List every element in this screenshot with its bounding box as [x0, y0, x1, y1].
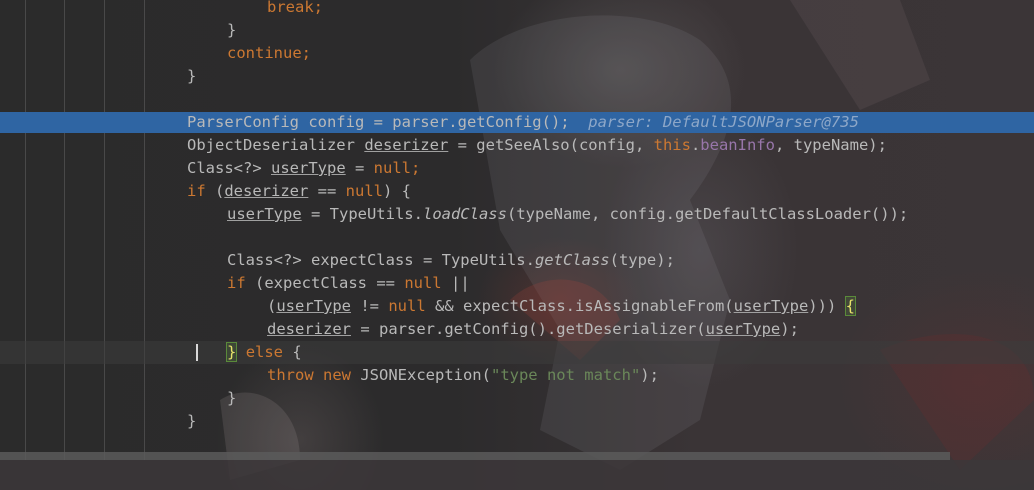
code-token: ); — [780, 320, 799, 338]
code-line-text: } — [187, 410, 196, 433]
code-token: . — [690, 136, 701, 154]
code-line-text: throw new JSONException("type not match"… — [267, 364, 659, 387]
code-token: ObjectDeserializer — [187, 136, 365, 154]
code-token: && expectClass.isAssignableFrom( — [435, 297, 734, 315]
code-token: = getSeeAlso(config, — [448, 136, 654, 154]
code-line[interactable]: ObjectDeserializer deserizer = getSeeAls… — [0, 134, 1034, 157]
code-token: } — [227, 389, 237, 407]
code-line-text: break; — [267, 0, 323, 19]
code-token: ); — [640, 366, 659, 384]
code-line-text: } — [187, 65, 196, 88]
code-token: continue; — [227, 44, 311, 62]
editor-bottom-area — [0, 460, 1034, 490]
code-token: beanInfo — [700, 136, 775, 154]
code-token: deserizer — [267, 320, 351, 338]
code-token: deserizer — [224, 182, 309, 200]
code-line-text: ObjectDeserializer deserizer = getSeeAls… — [187, 134, 887, 157]
code-token: } — [227, 21, 237, 39]
code-line-text: if (deserizer == null) { — [187, 180, 411, 203]
code-line-text: } else { — [225, 341, 302, 364]
code-token: ( — [267, 297, 277, 315]
code-token: this — [653, 136, 691, 154]
code-line[interactable]: } — [0, 65, 1034, 88]
code-token: = — [345, 159, 374, 177]
code-line-text: } — [227, 387, 236, 410]
code-token: loadClass — [422, 205, 507, 223]
code-line[interactable]: deserizer = parser.getConfig().getDeseri… — [0, 318, 1034, 341]
code-token: if — [227, 274, 255, 292]
code-line-text: } — [227, 19, 236, 42]
code-token: userType — [733, 297, 809, 315]
code-token: } — [187, 412, 197, 430]
code-line[interactable]: break; — [0, 0, 1034, 19]
code-token: (expectClass == — [255, 274, 405, 292]
code-line[interactable]: if (expectClass == null || — [0, 272, 1034, 295]
code-token: ( — [215, 182, 225, 200]
code-token: deserizer — [364, 136, 449, 154]
code-line[interactable]: } — [0, 387, 1034, 410]
code-token: ParserConfig config = parser.getConfig()… — [187, 113, 570, 131]
code-token: userType — [271, 159, 346, 177]
code-token: getClass — [534, 251, 610, 269]
code-line-text: deserizer = parser.getConfig().getDeseri… — [267, 318, 799, 341]
code-token: userType — [276, 297, 351, 315]
code-token: if — [187, 182, 215, 200]
code-token: == — [308, 182, 346, 200]
code-token: Class<?> expectClass = TypeUtils. — [227, 251, 535, 269]
code-token: != — [351, 297, 389, 315]
code-token: { — [292, 343, 302, 361]
code-token: || — [450, 274, 470, 292]
inline-debug-value: parser: DefaultJSONParser@735 — [569, 113, 859, 131]
code-token: "type not match" — [490, 366, 641, 384]
code-token: userType — [227, 205, 302, 223]
code-line-text: (userType != null && expectClass.isAssig… — [267, 295, 856, 318]
code-token: } — [225, 342, 238, 362]
code-token: throw new — [267, 366, 361, 384]
code-token: JSONException( — [360, 366, 491, 384]
code-line[interactable]: continue; — [0, 42, 1034, 65]
code-line[interactable]: userType = TypeUtils.loadClass(typeName,… — [0, 203, 1034, 226]
code-token: (type); — [609, 251, 675, 269]
code-line[interactable]: } — [0, 19, 1034, 42]
code-line-current[interactable]: } else { — [0, 341, 1034, 364]
code-token: ))) — [808, 297, 846, 315]
code-token: userType — [705, 320, 781, 338]
code-line[interactable]: Class<?> expectClass = TypeUtils.getClas… — [0, 249, 1034, 272]
code-line-execution-point[interactable]: ParserConfig config = parser.getConfig()… — [0, 112, 1034, 133]
code-line[interactable]: } — [0, 410, 1034, 433]
code-token: null — [345, 182, 383, 200]
horizontal-scrollbar[interactable] — [0, 452, 950, 460]
code-line[interactable]: if (deserizer == null) { — [0, 180, 1034, 203]
code-line-text: ParserConfig config = parser.getConfig()… — [187, 112, 859, 133]
code-line[interactable]: (userType != null && expectClass.isAssig… — [0, 295, 1034, 318]
code-token: = parser.getConfig().getDeserializer( — [351, 320, 706, 338]
code-token: (typeName, config.getDefaultClassLoader(… — [506, 205, 909, 223]
code-token: else — [245, 343, 293, 361]
code-line-text: continue; — [227, 42, 311, 65]
code-token: null — [404, 274, 451, 292]
code-token: Class<?> — [187, 159, 271, 177]
code-token: break; — [267, 0, 323, 16]
code-line-text: userType = TypeUtils.loadClass(typeName,… — [227, 203, 908, 226]
code-token: } — [187, 67, 197, 85]
code-line[interactable]: Class<?> userType = null; — [0, 157, 1034, 180]
code-token: = TypeUtils. — [301, 205, 423, 223]
code-token: ) { — [383, 182, 411, 200]
code-token: { — [844, 296, 856, 316]
code-line[interactable]: throw new JSONException("type not match"… — [0, 364, 1034, 387]
code-line-text: if (expectClass == null || — [227, 272, 470, 295]
code-token: null; — [373, 159, 421, 177]
code-token: , typeName); — [774, 136, 887, 154]
code-line-text: Class<?> expectClass = TypeUtils.getClas… — [227, 249, 675, 272]
text-cursor-icon — [196, 344, 198, 361]
code-line-text: Class<?> userType = null; — [187, 157, 420, 180]
code-token: null — [388, 297, 435, 315]
